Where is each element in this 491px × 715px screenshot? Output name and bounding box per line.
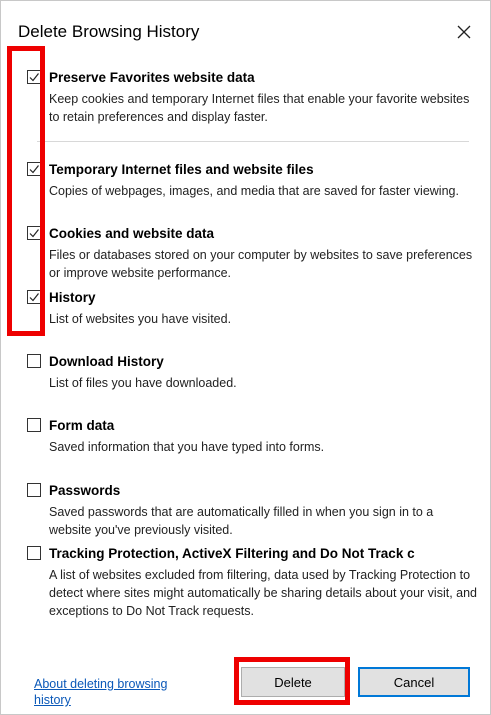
option-label: Preserve Favorites website data	[49, 70, 255, 85]
checkbox[interactable]	[27, 70, 41, 84]
checkbox[interactable]	[27, 226, 41, 240]
delete-button[interactable]: Delete	[241, 667, 345, 697]
option-description: Keep cookies and temporary Internet file…	[49, 92, 470, 124]
close-icon	[457, 25, 471, 39]
option-description: Saved passwords that are automatically f…	[49, 505, 434, 537]
cancel-button[interactable]: Cancel	[358, 667, 470, 697]
delete-browsing-history-dialog: Delete Browsing History Preserve Favorit…	[0, 0, 491, 715]
checkmark-icon	[29, 73, 39, 82]
about-deleting-history-link[interactable]: About deleting browsing history	[34, 676, 204, 708]
option-label: Download History	[49, 354, 164, 369]
option-description: A list of websites excluded from filteri…	[49, 568, 478, 618]
checkmark-icon	[29, 293, 39, 302]
checkbox[interactable]	[27, 418, 41, 432]
option-label: Tracking Protection, ActiveX Filtering a…	[49, 546, 415, 561]
option-label: History	[49, 290, 96, 305]
checkbox[interactable]	[27, 162, 41, 176]
option-label: Form data	[49, 418, 115, 433]
checkmark-icon	[29, 229, 39, 238]
close-button[interactable]	[444, 13, 484, 51]
option-description: List of files you have downloaded.	[49, 376, 237, 390]
option-description: Saved information that you have typed in…	[49, 440, 325, 454]
title-bar: Delete Browsing History	[1, 1, 490, 61]
checkbox[interactable]	[27, 290, 41, 304]
option-description: Copies of webpages, images, and media th…	[49, 184, 459, 198]
option-label: Temporary Internet files and website fil…	[49, 162, 314, 177]
option-description: Files or databases stored on your comput…	[49, 248, 473, 280]
option-label: Passwords	[49, 483, 121, 498]
checkbox[interactable]	[27, 483, 41, 497]
checkmark-icon	[29, 165, 39, 174]
checkbox[interactable]	[27, 354, 41, 368]
checkbox[interactable]	[27, 546, 41, 560]
divider	[37, 141, 469, 142]
dialog-title: Delete Browsing History	[18, 22, 200, 41]
option-label: Cookies and website data	[49, 226, 215, 241]
option-description: List of websites you have visited.	[49, 312, 232, 326]
